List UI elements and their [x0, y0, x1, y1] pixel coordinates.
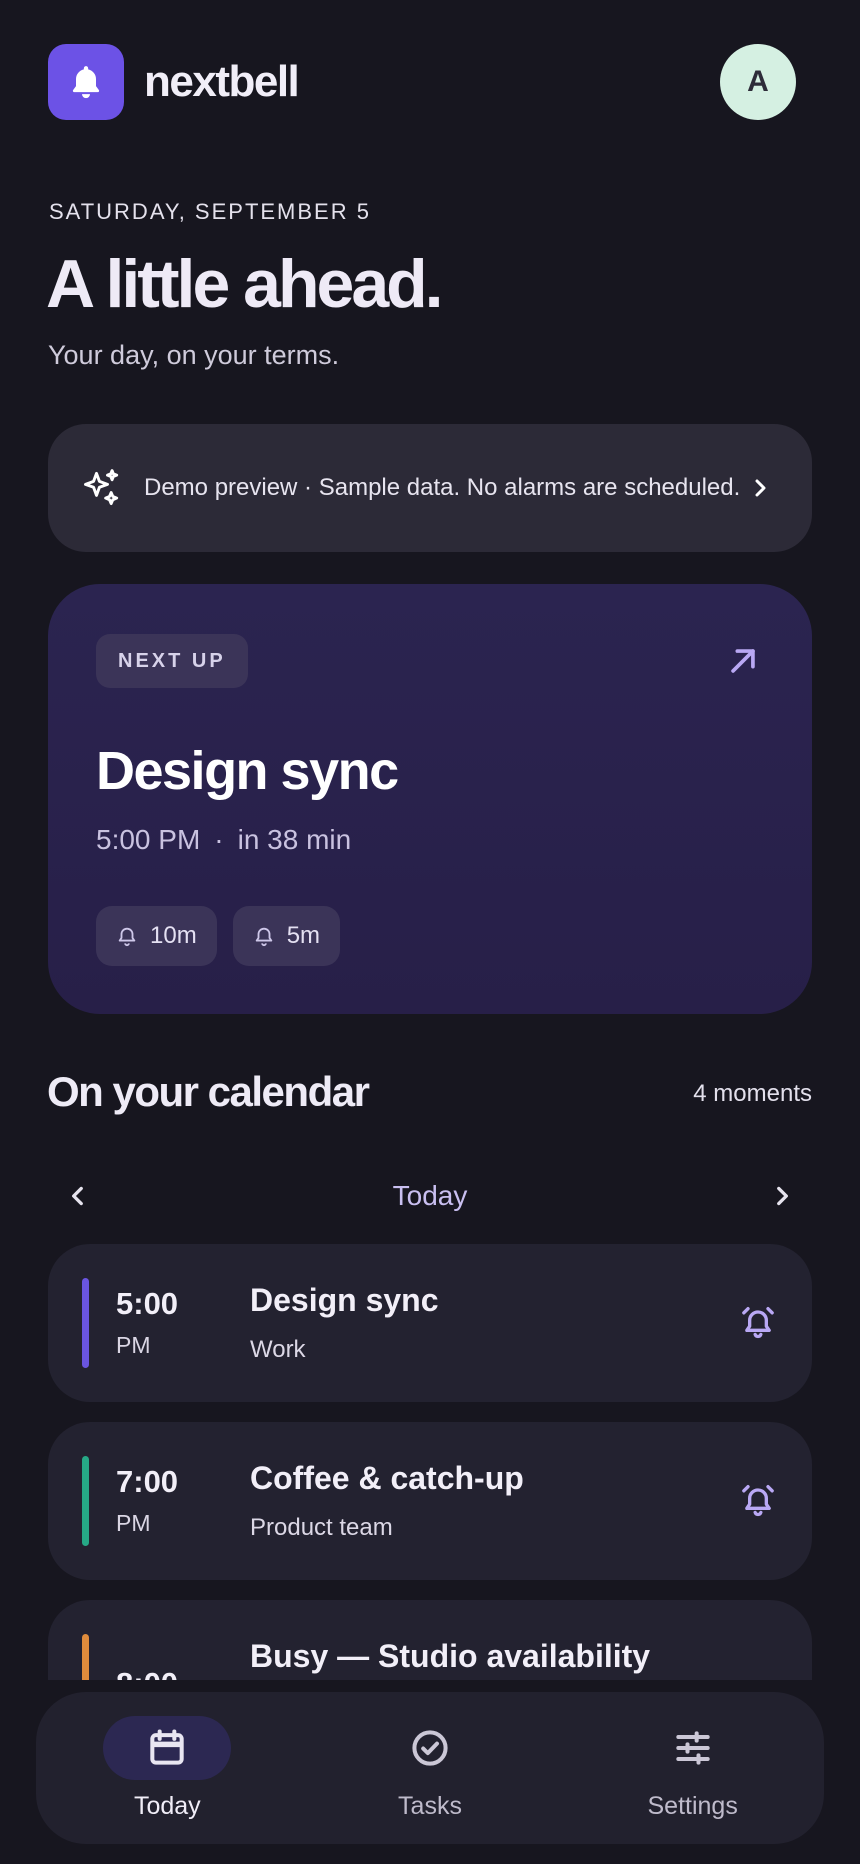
- app-screen: nextbell A SATURDAY, SEPTEMBER 5 A littl…: [0, 0, 860, 1864]
- reminder-chip[interactable]: 10m: [96, 906, 217, 966]
- event-item[interactable]: 8:00 PM Busy — Studio availability: [48, 1600, 812, 1680]
- event-color-bar: [82, 1456, 89, 1546]
- next-up-badge: NEXT UP: [96, 634, 248, 688]
- next-up-relative: in 38 min: [237, 824, 352, 855]
- event-item[interactable]: 7:00 PM Coffee & catch-up Product team: [48, 1422, 812, 1580]
- page-subtitle: Your day, on your terms.: [48, 340, 340, 370]
- chevron-left-icon: [72, 1186, 83, 1206]
- event-ampm: PM: [116, 1332, 151, 1358]
- event-color-bar: [82, 1278, 89, 1368]
- event-title: Design sync: [250, 1282, 439, 1318]
- nav-settings[interactable]: Settings: [561, 1692, 824, 1844]
- bell-icon: [72, 66, 100, 99]
- event-subtitle: Product team: [250, 1514, 393, 1541]
- demo-preview-banner[interactable]: Demo preview · Sample data. No alarms ar…: [48, 424, 812, 552]
- event-title: Busy — Studio availability: [250, 1638, 651, 1674]
- bell-icon: [118, 927, 136, 947]
- nav-label: Tasks: [398, 1792, 462, 1820]
- chevron-right-icon: [777, 1186, 788, 1206]
- calendar-icon: [150, 1729, 185, 1765]
- demo-preview-text: Demo preview · Sample data. No alarms ar…: [144, 474, 741, 501]
- avatar[interactable]: A: [720, 44, 796, 120]
- nav-tasks[interactable]: Tasks: [299, 1692, 562, 1844]
- nav-icon-highlight: [103, 1716, 232, 1780]
- event-time: 7:00: [116, 1464, 179, 1499]
- event-time: 8:00: [116, 1666, 178, 1680]
- reminder-chip-label: 10m: [150, 922, 197, 949]
- event-item[interactable]: 5:00 PM Design sync Work: [48, 1244, 812, 1402]
- bell-icon: [255, 927, 272, 947]
- open-arrow-icon[interactable]: [726, 644, 760, 678]
- nav-today[interactable]: Today: [36, 1692, 299, 1844]
- brand: nextbell: [48, 44, 300, 120]
- check-circle-icon: [412, 1730, 448, 1766]
- brand-name: nextbell: [144, 57, 300, 106]
- nav-icon-wrap: [366, 1716, 494, 1780]
- page-title: A little ahead.: [46, 246, 444, 322]
- day-navigator: Today: [48, 1166, 812, 1226]
- next-up-title: Design sync: [96, 741, 399, 801]
- alarm-icon[interactable]: [738, 1480, 778, 1520]
- next-up-meta: 5:00 PM · in 38 min: [96, 824, 351, 856]
- sliders-icon: [675, 1731, 710, 1765]
- event-subtitle: Work: [250, 1336, 306, 1363]
- reminder-chip-label: 5m: [286, 922, 321, 949]
- nav-label: Today: [133, 1792, 201, 1820]
- date-label: SATURDAY, SEPTEMBER 5: [49, 199, 371, 224]
- event-title: Coffee & catch-up: [250, 1460, 524, 1496]
- sparkle-icon: [84, 469, 119, 506]
- reminder-chip[interactable]: 5m: [232, 906, 341, 966]
- previous-day-button[interactable]: [48, 1166, 108, 1226]
- next-day-button[interactable]: [752, 1166, 812, 1226]
- chevron-right-icon: [755, 479, 766, 497]
- day-label[interactable]: Today: [393, 1180, 468, 1212]
- nav-icon-wrap: [629, 1716, 757, 1780]
- reminder-chips: 10m 5m: [96, 906, 341, 966]
- bottom-nav: Today Tasks Settings: [36, 1692, 824, 1844]
- event-list: 5:00 PM Design sync Work 7:00 PM Coffee …: [48, 1244, 812, 1680]
- event-color-bar: [82, 1634, 89, 1680]
- alarm-icon[interactable]: [738, 1302, 778, 1342]
- next-up-card[interactable]: NEXT UP Design sync 5:00 PM · in 38 min …: [48, 584, 812, 1014]
- event-ampm: PM: [116, 1510, 151, 1536]
- meta-separator: ·: [214, 824, 224, 855]
- moments-count: 4 moments: [693, 1080, 812, 1107]
- app-header: nextbell A: [48, 44, 796, 120]
- calendar-section-title: On your calendar: [47, 1068, 370, 1115]
- app-logo: [48, 44, 124, 120]
- nav-label: Settings: [647, 1792, 738, 1820]
- event-time: 5:00: [116, 1286, 179, 1321]
- next-up-time: 5:00 PM: [96, 824, 201, 855]
